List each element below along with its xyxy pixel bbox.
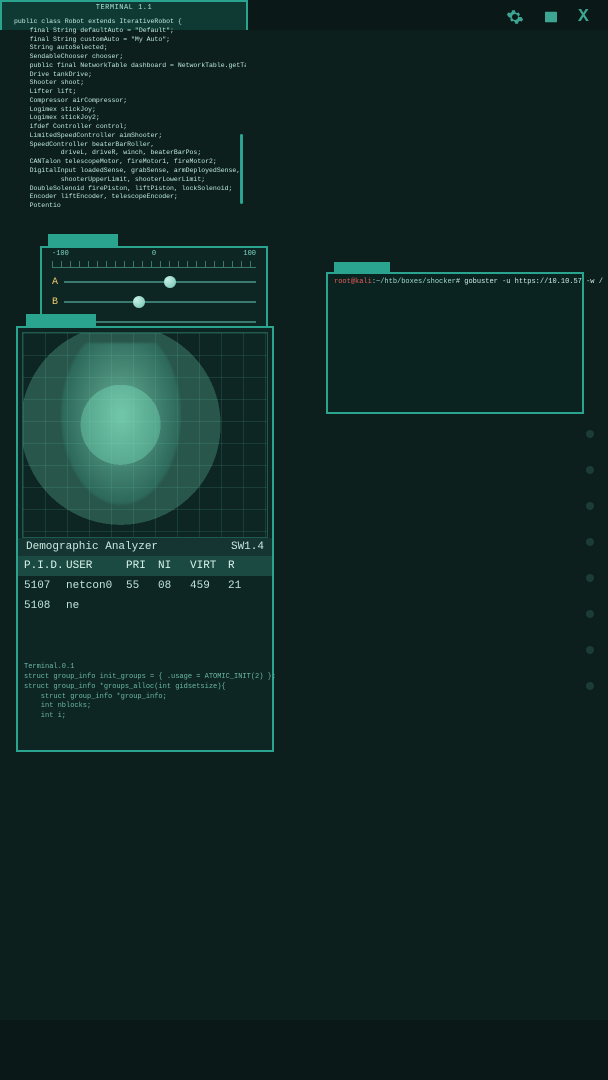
code-line: Potentio: [14, 202, 238, 211]
table-row[interactable]: 5108 ne: [18, 596, 272, 616]
analyzer-footer-terminal: Terminal.0.1 struct group_info init_grou…: [18, 660, 272, 725]
col-pid: P.I.D.: [24, 560, 58, 572]
analyzer-title: Demographic Analyzer: [26, 541, 158, 553]
footer-code-line: struct group_info init_groups = { .usage…: [24, 673, 266, 683]
shell-path: ~/htb/boxes/shocker: [376, 278, 456, 286]
cell-ni: 08: [158, 580, 182, 592]
side-pager: [586, 430, 594, 690]
pager-dot[interactable]: [586, 538, 594, 546]
code-line: shooterUpperLimit, shooterLowerLimit;: [14, 176, 238, 185]
pager-dot[interactable]: [586, 682, 594, 690]
cell-r: [228, 600, 248, 612]
pager-dot[interactable]: [586, 502, 594, 510]
code-body[interactable]: public class Robot extends IterativeRobo…: [2, 14, 246, 334]
code-line: final String customAuto = "My Auto";: [14, 36, 238, 45]
window-icon[interactable]: [542, 8, 560, 26]
code-line: Lifter lift;: [14, 88, 238, 97]
pager-dot[interactable]: [586, 466, 594, 474]
footer-code-line: int nblocks;: [24, 702, 266, 712]
analyzer-version: SW1.4: [231, 541, 264, 553]
code-terminal-window[interactable]: TERMINAL 1.1 public class Robot extends …: [0, 0, 248, 338]
cell-virt: [190, 600, 220, 612]
code-line: DigitalInput loadedSense, grabSense, arm…: [14, 167, 238, 176]
process-table-header: P.I.D. USER PRI NI VIRT R: [18, 556, 272, 576]
code-line: Compressor airCompressor;: [14, 97, 238, 106]
cell-ni: [158, 600, 182, 612]
col-virt: VIRT: [190, 560, 220, 572]
analyzer-window[interactable]: Demographic Analyzer SW1.4 P.I.D. USER P…: [16, 326, 274, 752]
shell-host: kali: [355, 278, 372, 286]
code-line: Logimex stickJoy2;: [14, 114, 238, 123]
code-line: driveL, driveR, winch, beaterBarPos;: [14, 149, 238, 158]
shell-prompt: #: [456, 278, 460, 286]
cell-user: ne: [66, 600, 118, 612]
cell-pri: 55: [126, 580, 150, 592]
pager-dot[interactable]: [586, 430, 594, 438]
code-line: String autoSelected;: [14, 44, 238, 53]
cell-r: 21: [228, 580, 248, 592]
code-terminal-title: TERMINAL 1.1: [2, 2, 246, 14]
close-icon[interactable]: X: [578, 8, 596, 26]
shell-user: root: [334, 278, 351, 286]
code-line: ifdef Controller control;: [14, 123, 238, 132]
col-ni: NI: [158, 560, 182, 572]
col-pri: PRI: [126, 560, 150, 572]
pager-dot[interactable]: [586, 646, 594, 654]
top-toolbar: X: [506, 8, 596, 26]
window-tab[interactable]: [334, 262, 390, 274]
footer-code-line: struct group_info *groups_alloc(int gids…: [24, 683, 266, 693]
table-row[interactable]: 5107 netcon0 55 08 459 21: [18, 576, 272, 596]
footer-code-line: struct group_info *group_info;: [24, 693, 266, 703]
footer-code-line: int i;: [24, 712, 266, 722]
col-user: USER: [66, 560, 118, 572]
pager-dot[interactable]: [586, 610, 594, 618]
code-line: Drive tankDrive;: [14, 71, 238, 80]
world-map[interactable]: [22, 332, 268, 538]
code-line: Encoder liftEncoder, telescopeEncoder;: [14, 193, 238, 202]
code-line: LimitedSpeedController aimShooter;: [14, 132, 238, 141]
cell-pri: [126, 600, 150, 612]
pager-dot[interactable]: [586, 574, 594, 582]
code-line: SendableChooser chooser;: [14, 53, 238, 62]
col-r: R: [228, 560, 248, 572]
settings-icon[interactable]: [506, 8, 524, 26]
cell-pid: 5108: [24, 600, 58, 612]
code-line: Logimex stickJoy;: [14, 106, 238, 115]
code-line: Shooter shoot;: [14, 79, 238, 88]
scrollbar-thumb[interactable]: [240, 134, 243, 204]
shell-terminal-window[interactable]: root@kali:~/htb/boxes/shocker# gobuster …: [326, 272, 584, 414]
code-line: CANTalon telescopeMotor, fireMotor1, fir…: [14, 158, 238, 167]
shell-command: gobuster -u https://10.10.57 -w /: [464, 278, 603, 286]
code-line: final String defaultAuto = "Default";: [14, 27, 238, 36]
cell-pid: 5107: [24, 580, 58, 592]
code-line: public class Robot extends IterativeRobo…: [14, 18, 238, 27]
analyzer-titlebar: Demographic Analyzer SW1.4: [18, 538, 272, 556]
code-line: DoubleSolenoid firePiston, liftPiston, l…: [14, 185, 238, 194]
footer-term-label: Terminal.0.1: [24, 663, 266, 671]
cell-user: netcon0: [66, 580, 118, 592]
cell-virt: 459: [190, 580, 220, 592]
code-line: public final NetworkTable dashboard = Ne…: [14, 62, 238, 71]
shell-prompt-line[interactable]: root@kali:~/htb/boxes/shocker# gobuster …: [334, 278, 576, 288]
code-line: SpeedController beaterBarRoller,: [14, 141, 238, 150]
